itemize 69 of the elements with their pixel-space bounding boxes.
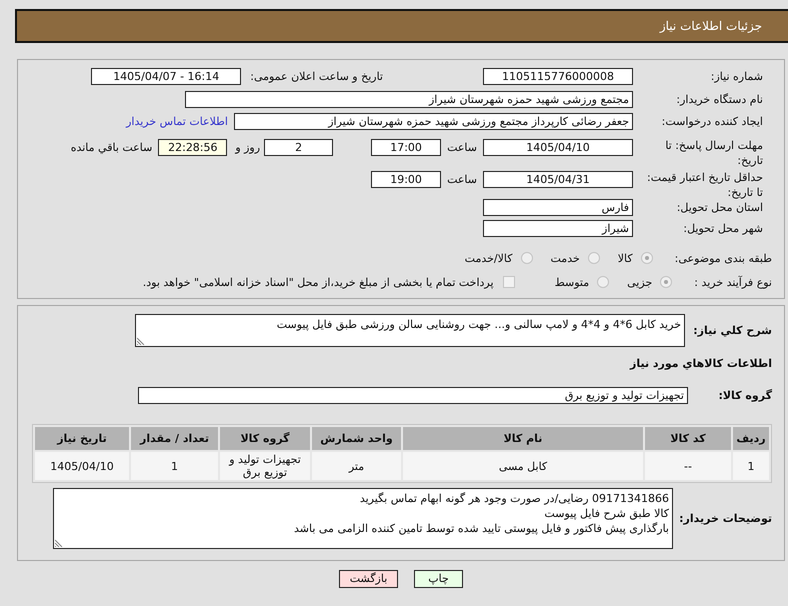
time-left-label: ساعت باقي مانده xyxy=(70,140,152,156)
note-line: 09171341866 رضایی/در صورت وجود هر گونه ابهام تماس بگیرید xyxy=(360,491,669,506)
table-cell: متر xyxy=(312,452,401,480)
column-header: تعداد / مقدار xyxy=(131,427,218,450)
buyer-notes-field[interactable]: 09171341866 رضایی/در صورت وجود هر گونه ابهام تماس بگیرید کالا طبق شرح فایل پیوست بارگذاری پیش فاکتور و فایل پیوستی تایید شده توسط تامین کننده الزامی می باشد xyxy=(53,488,673,549)
field-label: حداقل تاریخ اعتبار قیمت: تا تاریخ: xyxy=(646,170,764,200)
radio-button[interactable] xyxy=(597,276,610,288)
note-line: بارگذاری پیش فاکتور و فایل پیوستی تایید شده توسط تامین کننده الزامی می باشد xyxy=(294,521,669,536)
column-header: واحد شمارش xyxy=(312,427,401,450)
radio-button[interactable] xyxy=(660,276,672,288)
radio-button[interactable] xyxy=(640,252,653,264)
column-header: نام کالا xyxy=(403,427,643,450)
table-cell: 1 xyxy=(733,452,769,480)
treasury-payment-note: پرداخت تمام یا بخشی از مبلغ خرید،از محل "اسناد خزانه اسلامی" خواهد بود. xyxy=(142,276,494,288)
table-cell: تجهیزات تولید و توزیع برق xyxy=(220,452,310,480)
field-label: توضیحات خریدار: xyxy=(678,512,772,525)
time-label: ساعت xyxy=(447,140,477,156)
announcement-date-field[interactable]: 1405/04/07 - 16:14 xyxy=(91,68,242,85)
radio-button[interactable] xyxy=(588,252,600,264)
field-label: ایجاد کننده درخواست: xyxy=(660,114,764,130)
field-label: استان محل تحویل: xyxy=(676,200,764,216)
deadline-date-field[interactable]: 1405/04/10 xyxy=(483,139,633,156)
page-title: جزئیات اطلاعات نیاز xyxy=(660,19,762,33)
section-title: اطلاعات کالاهاي مورد نیاز xyxy=(630,356,772,371)
buyer-organization-field[interactable]: مجتمع ورزشی شهید حمزه شهرستان شیراز xyxy=(185,91,633,108)
column-header: ردیف xyxy=(733,427,769,450)
field-label: تاریخ و ساعت اعلان عمومی: xyxy=(250,69,383,85)
radio-button[interactable] xyxy=(520,252,532,264)
field-label: مهلت ارسال پاسخ: تا تاریخ: xyxy=(664,138,764,168)
radio-label: جزیی xyxy=(627,276,652,288)
resize-grip-icon[interactable] xyxy=(137,337,145,345)
note-line: کالا طبق شرح فایل پیوست xyxy=(544,506,669,521)
time-label: ساعت xyxy=(447,172,477,188)
print-button[interactable]: چاپ xyxy=(414,570,463,588)
buyer-contact-link[interactable]: اطلاعات تماس خریدار xyxy=(126,113,228,130)
time-left-field[interactable]: 22:28:56 xyxy=(158,139,228,156)
field-label: شرح کلي نیاز: xyxy=(692,324,772,337)
field-label: شماره نیاز: xyxy=(710,69,764,85)
need-number-field[interactable]: 1105115776000008 xyxy=(483,68,633,85)
city-field[interactable]: شیراز xyxy=(483,220,633,237)
resize-grip-icon[interactable] xyxy=(55,539,63,547)
days-left-field[interactable]: 2 xyxy=(264,139,334,156)
field-label: گروه کالا: xyxy=(717,389,772,402)
table-cell: 1 xyxy=(131,452,218,480)
table-cell: -- xyxy=(645,452,731,480)
radio-label: خدمت xyxy=(550,252,580,264)
radio-label: متوسط xyxy=(554,276,590,288)
field-label: نوع فرآیند خرید : xyxy=(694,276,773,288)
need-description-field[interactable]: خرید کابل 6*4 و 4*4 و لامپ سالنی و... جهت روشنایی سالن ورزشی طبق فایل پیوست xyxy=(135,314,685,347)
days-label: روز و xyxy=(235,140,260,156)
deadline-time-field[interactable]: 17:00 xyxy=(371,139,442,156)
price-validity-time-field[interactable]: 19:00 xyxy=(371,171,442,188)
goods-group-field[interactable]: تجهیزات تولید و توزیع برق xyxy=(138,387,688,404)
requester-field[interactable]: جعفر رضائی کارپرداز مجتمع ورزشی شهید حمزه شهرستان شیراز xyxy=(234,113,633,130)
description-text: خرید کابل 6*4 و 4*4 و لامپ سالنی و... جهت روشنایی سالن ورزشی طبق فایل پیوست xyxy=(276,318,681,331)
checkbox[interactable] xyxy=(502,276,515,288)
column-header: تاریخ نیاز xyxy=(35,427,129,450)
province-field[interactable]: فارس xyxy=(483,199,633,216)
price-validity-date-field[interactable]: 1405/04/31 xyxy=(483,171,633,188)
back-button[interactable]: بازگشت xyxy=(339,570,398,588)
field-label: نام دستگاه خریدار: xyxy=(675,92,764,108)
radio-label: کالا xyxy=(618,252,633,264)
column-header: کد کالا xyxy=(645,427,731,450)
table-cell: کابل مسی xyxy=(403,452,643,480)
field-label: شهر محل تحویل: xyxy=(682,221,764,237)
radio-label: کالا/خدمت xyxy=(464,252,512,264)
table-cell: 1405/04/10 xyxy=(35,452,129,480)
field-label: طبقه بندی موضوعی: xyxy=(674,252,773,264)
column-header: گروه کالا xyxy=(220,427,310,450)
